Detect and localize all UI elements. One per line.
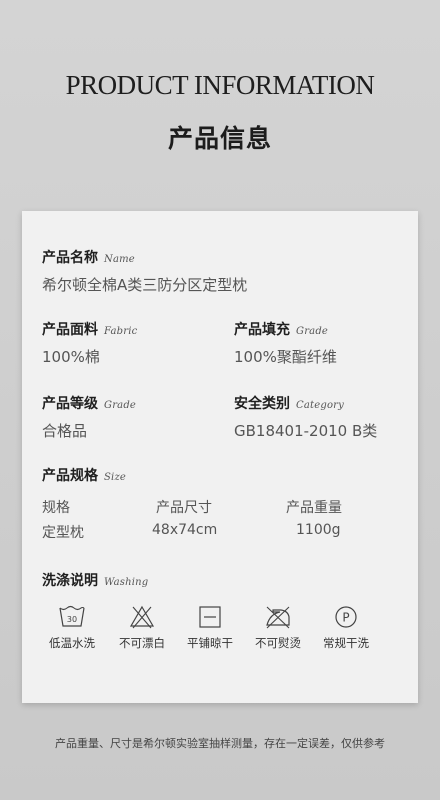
field-spec: 产品规格 Size [42,465,126,485]
field-grade-label-row: 产品等级 Grade [42,393,136,413]
dry-clean-letter: P [342,611,349,625]
field-washing-label: 洗涤说明 [42,573,98,589]
spec-row-cell: 48x74cm [152,522,218,538]
spec-row-cell: 定型枕 [42,525,84,541]
field-washing-label-row: 洗涤说明 Washing [42,570,148,590]
field-name-label-row: 产品名称 Name [42,247,247,267]
field-washing: 洗涤说明 Washing [42,570,148,590]
spec-header-cell: 产品尺寸 [156,500,212,516]
field-fabric-label: 产品面料 [42,322,98,338]
dry-clean-icon: P [335,606,357,628]
field-name: 产品名称 Name 希尔顿全棉A类三防分区定型枕 [42,247,247,295]
wash-label: 低温水洗 [49,636,95,650]
spec-header-cell: 规格 [42,500,70,516]
field-filling-script: Grade [296,326,329,337]
spec-row-cell: 1100g [296,522,341,538]
field-filling-value: 100%聚酯纤维 [234,348,337,366]
no-iron-icon [266,606,290,629]
field-grade: 产品等级 Grade 合格品 [42,393,136,441]
field-fabric-script: Fabric [104,326,138,337]
wash-30-icon: 30 [59,605,85,627]
field-filling-label: 产品填充 [234,322,290,338]
field-safety: 安全类别 Category GB18401-2010 B类 [234,393,377,441]
field-grade-value: 合格品 [42,422,88,440]
wash-item-low-temp: 30 低温水洗 [32,605,112,651]
no-bleach-icon [129,605,155,629]
product-info-card: 产品名称 Name 希尔顿全棉A类三防分区定型枕 产品面料 Fabric 100%棉… [22,211,418,703]
field-filling-label-row: 产品填充 Grade [234,319,337,339]
page-title-en: PRODUCT INFORMATION [65,70,375,100]
field-grade-script: Grade [104,400,137,411]
field-safety-label-row: 安全类别 Category [234,393,377,413]
wash-item-dry-clean: P 常规干洗 [306,605,386,651]
field-name-label: 产品名称 [42,250,98,266]
page-title-cn: 产品信息 [167,124,272,153]
field-name-value: 希尔顿全棉A类三防分区定型枕 [42,276,248,294]
field-grade-label: 产品等级 [42,396,98,412]
field-spec-script: Size [104,472,127,483]
field-fabric-value: 100%棉 [42,348,100,366]
spec-header-cell: 产品重量 [286,500,342,516]
field-spec-label-row: 产品规格 Size [42,465,126,485]
field-safety-label: 安全类别 [234,396,290,412]
field-filling: 产品填充 Grade 100%聚酯纤维 [234,319,337,367]
field-washing-script: Washing [104,577,149,588]
disclaimer-note: 产品重量、尺寸是希尔顿实验室抽样测量，存在一定误差，仅供参考 [55,737,385,750]
wash-label: 常规干洗 [323,636,369,650]
field-fabric-label-row: 产品面料 Fabric [42,319,137,339]
field-spec-label: 产品规格 [42,468,98,484]
field-safety-value: GB18401-2010 B类 [234,422,378,440]
wash-temp-text: 30 [67,615,77,624]
field-name-script: Name [104,254,135,265]
field-fabric: 产品面料 Fabric 100%棉 [42,319,137,367]
field-safety-script: Category [296,400,345,411]
dry-flat-icon [199,606,221,628]
